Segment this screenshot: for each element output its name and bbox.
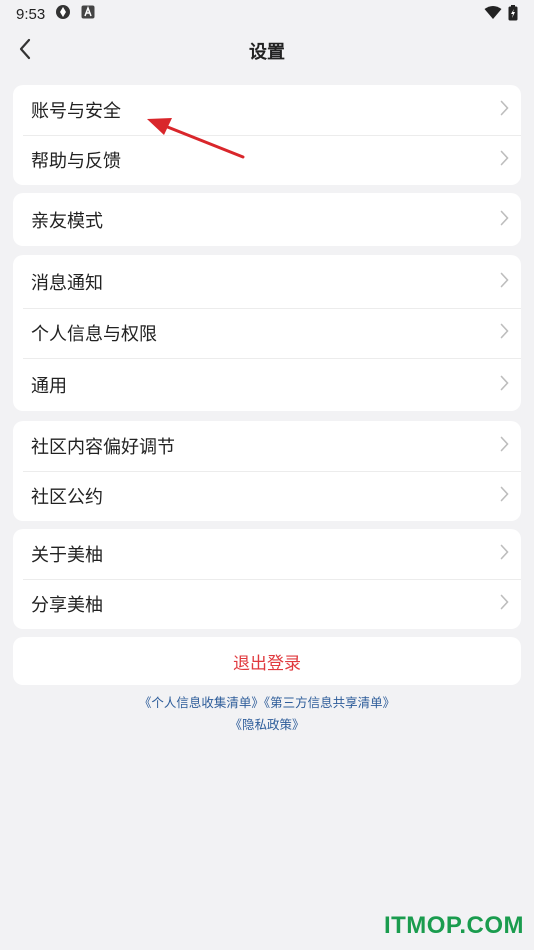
wifi-icon [484, 6, 502, 24]
back-button[interactable] [8, 34, 42, 68]
row-label: 通用 [31, 375, 67, 397]
row-share[interactable]: 分享美柚 [13, 579, 521, 629]
row-label: 亲友模式 [31, 210, 103, 232]
chevron-right-icon [500, 150, 509, 170]
aperture-icon [55, 4, 71, 24]
row-label: 关于美柚 [31, 545, 103, 566]
status-time: 9:53 [16, 5, 46, 23]
row-label: 社区内容偏好调节 [31, 437, 175, 458]
policy-links-line: 《个人信息收集清单》《第三方信息共享清单》 [0, 692, 534, 714]
status-bar: 9:53 [0, 0, 534, 28]
row-help-feedback[interactable]: 帮助与反馈 [13, 135, 521, 185]
settings-group-family: 亲友模式 [13, 193, 521, 246]
policy-links: 《个人信息收集清单》《第三方信息共享清单》 《隐私政策》 [0, 692, 534, 736]
watermark-logo: ITMOP.COM [383, 912, 524, 939]
row-account-security[interactable]: 账号与安全 [13, 85, 521, 135]
row-general[interactable]: 通用 [13, 358, 521, 411]
privacy-policy-link[interactable]: 《隐私政策》 [229, 717, 304, 732]
row-label: 账号与安全 [31, 101, 121, 122]
personal-info-list-link[interactable]: 《个人信息收集清单》 [139, 695, 264, 710]
logout-label: 退出登录 [233, 653, 301, 674]
settings-group-community: 社区内容偏好调节 社区公约 [13, 421, 521, 521]
battery-icon [508, 5, 518, 25]
row-label: 个人信息与权限 [31, 324, 157, 345]
chevron-right-icon [500, 272, 509, 292]
chevron-right-icon [500, 544, 509, 564]
row-notifications[interactable]: 消息通知 [13, 255, 521, 308]
chevron-right-icon [500, 436, 509, 456]
chevron-right-icon [500, 210, 509, 230]
page-title: 设置 [249, 42, 285, 63]
row-personal-info-permissions[interactable]: 个人信息与权限 [13, 308, 521, 358]
row-about[interactable]: 关于美柚 [13, 529, 521, 579]
nav-bar: 设置 [0, 28, 534, 74]
chevron-right-icon [500, 100, 509, 120]
status-right [484, 5, 518, 25]
row-family-mode[interactable]: 亲友模式 [13, 193, 521, 246]
row-label: 消息通知 [31, 272, 103, 294]
row-label: 分享美柚 [31, 595, 103, 616]
row-community-preferences[interactable]: 社区内容偏好调节 [13, 421, 521, 471]
chevron-right-icon [500, 375, 509, 395]
third-party-list-link[interactable]: 《第三方信息共享清单》 [264, 695, 395, 710]
row-label: 社区公约 [31, 487, 103, 508]
settings-group-about: 关于美柚 分享美柚 [13, 529, 521, 629]
settings-group-general: 消息通知 个人信息与权限 通用 [13, 255, 521, 411]
chevron-right-icon [500, 486, 509, 506]
logout-button[interactable]: 退出登录 [13, 637, 521, 685]
chevron-right-icon [500, 594, 509, 614]
app-badge-icon [81, 5, 95, 23]
policy-links-line: 《隐私政策》 [0, 714, 534, 736]
settings-group-account: 账号与安全 帮助与反馈 [13, 85, 521, 185]
row-community-rules[interactable]: 社区公约 [13, 471, 521, 521]
chevron-left-icon [18, 38, 32, 64]
chevron-right-icon [500, 323, 509, 343]
row-label: 帮助与反馈 [31, 151, 121, 172]
